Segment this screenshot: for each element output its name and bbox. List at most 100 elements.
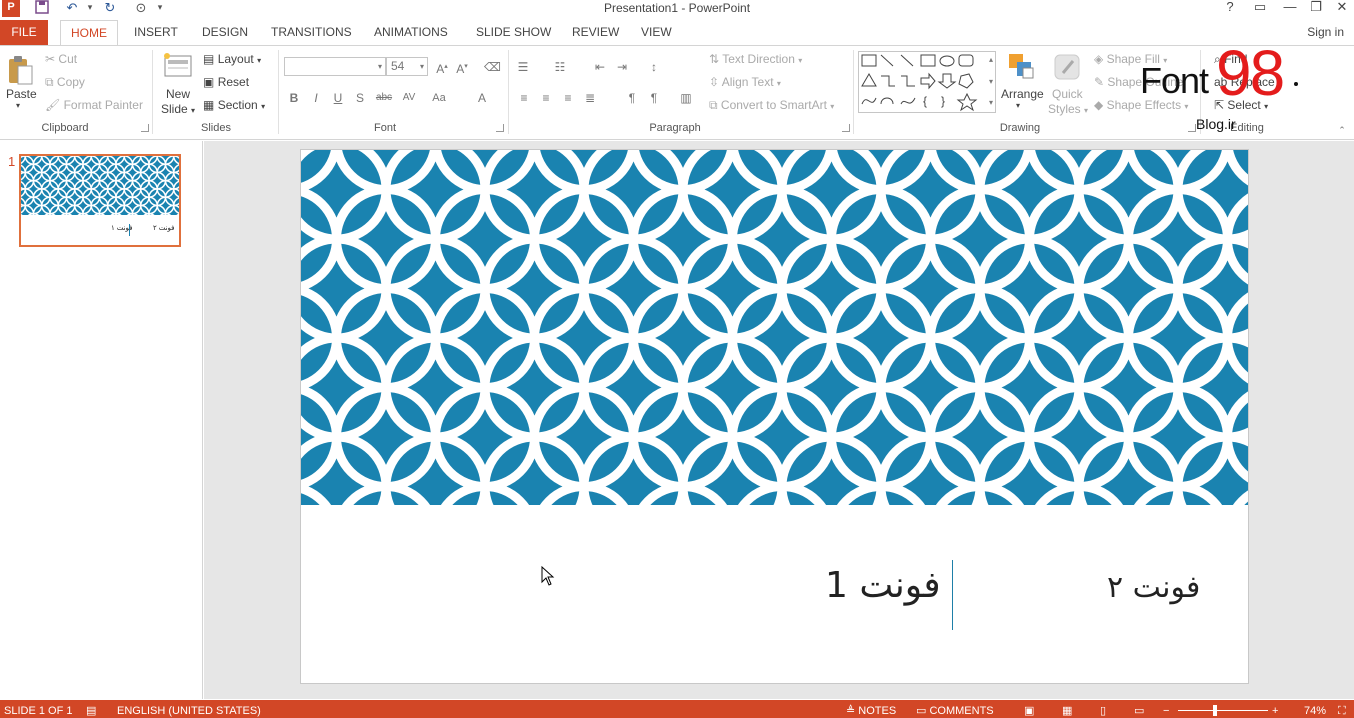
paste-icon[interactable] [8,54,34,86]
align-right-icon[interactable]: ≡ [560,90,576,106]
comments-button[interactable]: ▭ COMMENTS [916,705,994,718]
numbering-icon[interactable]: ☷ [552,59,568,75]
bold-button[interactable]: B [286,90,302,106]
decrease-indent-icon[interactable]: ⇤ [592,59,608,75]
zoom-out-icon[interactable]: − [1163,705,1169,718]
layout-icon: ▤ [203,52,215,66]
help-button[interactable]: ? [1218,0,1242,17]
tab-home[interactable]: HOME [60,20,118,45]
powerpoint-app-icon[interactable]: P [2,0,20,17]
text-direction-button[interactable]: ⇅ Text Direction ▾ [709,52,802,66]
powerpoint-window: Presentation1 - PowerPoint P ↶ ▾ ↻ ⊙ ▾ ?… [0,0,1354,718]
paragraph-launcher-icon[interactable] [842,124,850,132]
slide-sorter-icon[interactable]: ▦ [1062,705,1072,718]
quick-styles-button[interactable]: Styles ▾ [1048,102,1088,116]
restore-button[interactable]: ❐ [1304,0,1328,17]
paste-button[interactable]: Paste [6,87,37,101]
arrange-dropdown-icon[interactable]: ▾ [1016,101,1020,110]
undo-icon[interactable]: ↶ [62,0,82,17]
notes-button[interactable]: ≜ NOTES [846,705,896,718]
font-color-button[interactable]: A [474,90,490,106]
clipboard-launcher-icon[interactable] [141,124,149,132]
save-icon[interactable] [32,0,52,17]
fit-slide-icon[interactable]: ⛶ [1338,705,1346,718]
justify-icon[interactable]: ≣ [582,90,598,106]
cut-button[interactable]: ✂ Cut [45,52,77,66]
new-slide-label[interactable]: New [166,87,190,101]
tab-view[interactable]: VIEW [641,20,672,45]
zoom-slider-thumb[interactable] [1213,705,1217,716]
paste-dropdown-icon[interactable]: ▾ [16,101,20,110]
increase-indent-icon[interactable]: ⇥ [614,59,630,75]
align-center-icon[interactable]: ≡ [538,90,554,106]
tab-review[interactable]: REVIEW [572,20,619,45]
bullets-icon[interactable]: ☰ [515,59,531,75]
new-slide-button[interactable]: Slide ▾ [161,102,195,116]
zoom-level[interactable]: 74% [1304,705,1326,718]
layout-button[interactable]: ▤ Layout ▾ [203,52,261,66]
text-shadow-button[interactable]: S [352,90,368,106]
reset-button[interactable]: ▣ Reset [203,75,249,89]
zoom-in-icon[interactable]: + [1272,705,1278,718]
shapes-scroll-up-icon[interactable]: ▴ [983,52,999,68]
close-button[interactable]: ✕ [1330,0,1354,17]
thumbnail-pattern [21,156,179,215]
ribbon-display-options-button[interactable]: ▭ [1248,0,1272,17]
font98-watermark: Font 98 Blog.ir [1140,37,1340,138]
undo-dropdown-icon[interactable]: ▾ [80,0,100,17]
slide-text-font2[interactable]: فونت ۲ [1107,570,1200,605]
slide-thumbnail[interactable]: فونت ۱ فونت ۲ [19,154,181,247]
line-spacing-icon[interactable]: ↕ [646,59,662,75]
group-divider [152,50,153,134]
spell-check-icon[interactable]: ▤ [86,705,96,718]
character-spacing-button[interactable]: AV [398,90,420,106]
shrink-font-icon[interactable]: A▾ [454,59,470,76]
tab-insert[interactable]: INSERT [134,20,178,45]
grow-font-icon[interactable]: A▴ [434,59,450,76]
tab-transitions[interactable]: TRANSITIONS [271,20,352,45]
ltr-direction-icon[interactable]: ¶ [624,90,640,106]
tab-design[interactable]: DESIGN [202,20,248,45]
strikethrough-button[interactable]: abc [372,90,396,106]
tab-animations[interactable]: ANIMATIONS [374,20,448,45]
font-launcher-icon[interactable] [496,124,504,132]
change-case-button[interactable]: Aa [428,90,450,106]
clear-formatting-icon[interactable]: ⌫ [484,59,501,75]
new-slide-icon[interactable] [163,53,193,79]
tab-file[interactable]: FILE [0,20,48,45]
rtl-direction-icon[interactable]: ¶ [646,90,662,106]
section-button[interactable]: ▦ Section ▾ [203,98,265,112]
italic-button[interactable]: I [308,90,324,106]
font-name-combobox[interactable]: ▾ [284,57,386,76]
font-size-combobox[interactable]: 54 ▾ [386,57,428,76]
circle-pattern-image[interactable] [301,150,1248,505]
quick-styles-label[interactable]: Quick [1052,87,1083,101]
reading-view-icon[interactable]: ▯ [1100,705,1106,718]
slide-canvas[interactable]: فونت 1 فونت ۲ [300,149,1249,684]
shapes-gallery[interactable]: {} [858,51,996,113]
tab-slide-show[interactable]: SLIDE SHOW [476,20,551,45]
convert-smartart-button[interactable]: ⧉ Convert to SmartArt ▾ [709,98,834,113]
underline-button[interactable]: U [330,90,346,106]
normal-view-icon[interactable]: ▣ [1024,705,1034,718]
copy-label: Copy [56,75,85,89]
columns-icon[interactable]: ▥ [678,90,694,106]
quick-styles-icon[interactable] [1053,53,1083,83]
slides-group-label: Slides [201,122,231,134]
align-text-button[interactable]: ⇳ Align Text ▾ [709,75,781,89]
shapes-more-icon[interactable]: ▾ [983,95,999,111]
slideshow-view-icon[interactable]: ▭ [1134,705,1144,718]
repeat-icon[interactable]: ↻ [100,0,120,17]
align-left-icon[interactable]: ≡ [516,90,532,106]
arrange-button[interactable]: Arrange [1001,87,1044,101]
arrange-icon[interactable] [1007,52,1037,82]
slideshow-icon[interactable]: ⊙ [131,0,151,17]
format-painter-button[interactable]: 🖌 Format Painter [45,98,143,112]
zoom-slider-track[interactable] [1178,710,1268,711]
slide-text-font1[interactable]: فونت 1 [825,565,941,606]
customize-qat-icon[interactable]: ▾ [150,0,170,17]
shapes-scroll-down-icon[interactable]: ▾ [983,74,999,90]
language-indicator[interactable]: ENGLISH (UNITED STATES) [117,705,261,718]
copy-button[interactable]: ⧉ Copy [45,75,85,90]
minimize-button[interactable]: — [1278,0,1302,17]
